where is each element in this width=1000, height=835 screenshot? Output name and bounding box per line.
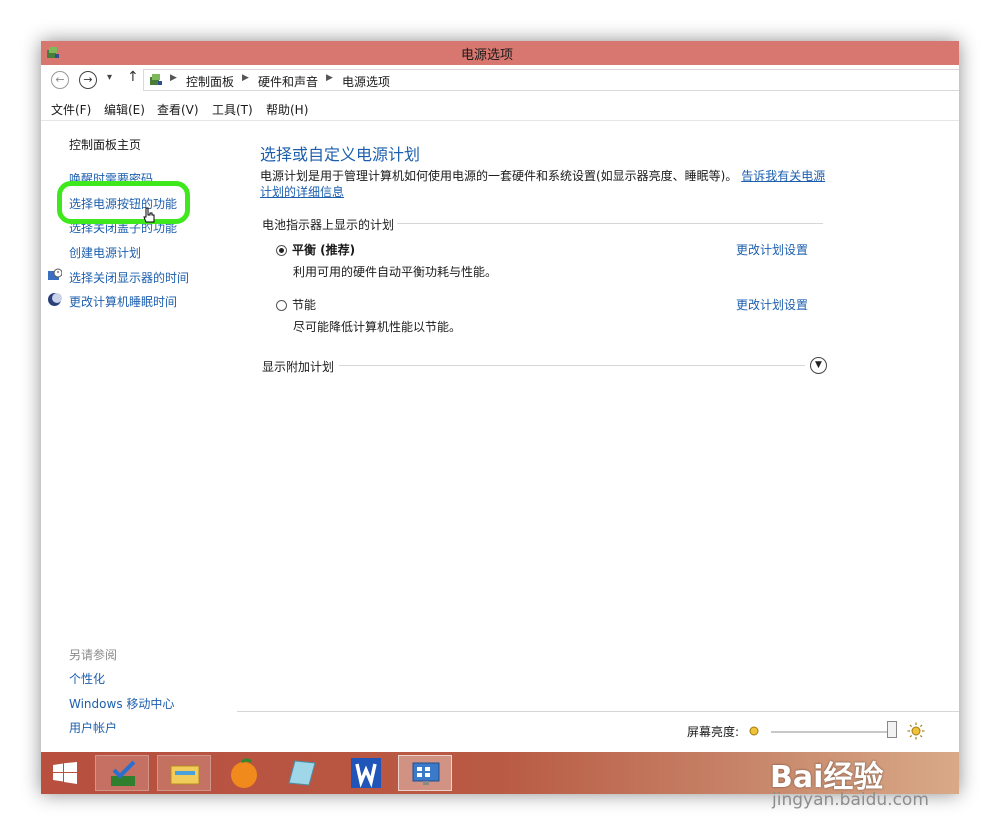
brightness-slider-track[interactable] [771,731,891,733]
menu-tools[interactable]: 工具(T) [212,101,253,118]
up-button[interactable]: ↑ [127,69,139,85]
bottom-divider [237,711,959,712]
additional-plans-heading[interactable]: 显示附加计划 [262,358,334,375]
menu-help[interactable]: 帮助(H) [266,101,308,118]
taskbar-explorer[interactable] [157,755,211,791]
brightness-slider-thumb[interactable] [887,721,897,738]
breadcrumb-hardware-sound[interactable]: 硬件和声音 [258,73,318,90]
expand-chevron-icon[interactable]: ▼ [810,357,827,374]
see-also-heading: 另请参阅 [69,648,118,662]
page-title: 选择或自定义电源计划 [260,145,421,164]
control-panel-app-icon [412,762,440,785]
divider [339,365,805,366]
title-bar: 电源选项 [41,41,959,65]
menu-view[interactable]: 查看(V) [157,101,199,118]
plan-balanced-name[interactable]: 平衡 (推荐) [292,241,355,258]
see-also-mobility-center[interactable]: Windows 移动中心 [69,695,174,712]
brightness-low-icon [749,726,759,736]
address-bar: ← → ▾ ↑ ▶ 控制面板 ▶ 硬件和声音 ▶ 电源选项 [41,65,959,96]
menu-file[interactable]: 文件(F) [51,101,91,118]
folder-icon [170,765,200,785]
breadcrumb-separator-icon: ▶ [242,73,249,83]
breadcrumb-separator-icon: ▶ [170,73,177,83]
recent-locations-dropdown[interactable]: ▾ [107,72,112,83]
power-options-window: 电源选项 ← → ▾ ↑ ▶ 控制面板 ▶ 硬件和声音 ▶ 电源选项 文件(F)… [41,41,959,794]
window-title: 电源选项 [461,48,514,63]
sleep-moon-icon [48,293,62,306]
windows-start-icon[interactable] [53,762,77,784]
plan-saver-desc: 尽可能降低计算机性能以节能。 [293,320,462,334]
orange-app-icon[interactable] [227,756,261,790]
app-logo-icon [111,760,136,786]
taskbar-control-panel[interactable] [398,755,452,791]
divider [397,223,823,224]
back-button[interactable]: ← [51,71,69,89]
menu-edit[interactable]: 编辑(E) [104,101,145,118]
menu-bar: 文件(F) 编辑(E) 查看(V) 工具(T) 帮助(H) [41,96,959,121]
sidebar-item-display-off[interactable]: 选择关闭显示器的时间 [69,269,189,286]
control-panel-icon [150,74,162,85]
brightness-label: 屏幕亮度: [687,725,740,739]
forward-button[interactable]: → [79,71,97,89]
see-also-user-accounts[interactable]: 用户帐户 [69,719,117,736]
plan-balanced-change-link[interactable]: 更改计划设置 [736,241,808,258]
plan-saver-radio[interactable] [276,300,287,311]
hand-cursor-icon [143,207,155,223]
display-clock-icon [48,268,62,280]
page-description: 电源计划是用于管理计算机如何使用电源的一套硬件和系统设置(如显示器亮度、睡眠等)… [260,168,830,200]
sidebar-item-sleep-time[interactable]: 更改计算机睡眠时间 [69,293,177,310]
notebook-app-icon[interactable] [283,757,319,789]
breadcrumb-power-options[interactable]: 电源选项 [342,73,390,90]
breadcrumb-control-panel[interactable]: 控制面板 [186,73,234,90]
word-app-icon[interactable] [349,756,383,790]
plan-balanced-desc: 利用可用的硬件自动平衡功耗与性能。 [293,265,498,279]
plan-saver-change-link[interactable]: 更改计划设置 [736,296,808,313]
sidebar-item-create-plan[interactable]: 创建电源计划 [69,244,141,261]
battery-plans-heading: 电池指示器上显示的计划 [262,218,395,232]
watermark-url: jingyan.baidu.com [772,790,929,810]
plan-saver-name[interactable]: 节能 [292,296,316,313]
sidebar-home[interactable]: 控制面板主页 [69,136,141,153]
highlight-annotation [57,181,190,224]
see-also-personalization[interactable]: 个性化 [69,670,105,687]
address-box[interactable]: ▶ 控制面板 ▶ 硬件和声音 ▶ 电源选项 [143,69,959,91]
breadcrumb-separator-icon: ▶ [326,73,333,83]
brightness-high-icon [907,722,925,740]
taskbar-app-1[interactable] [95,755,149,791]
description-text: 电源计划是用于管理计算机如何使用电源的一套硬件和系统设置(如显示器亮度、睡眠等)… [260,169,738,183]
plan-balanced-radio[interactable] [276,245,287,256]
